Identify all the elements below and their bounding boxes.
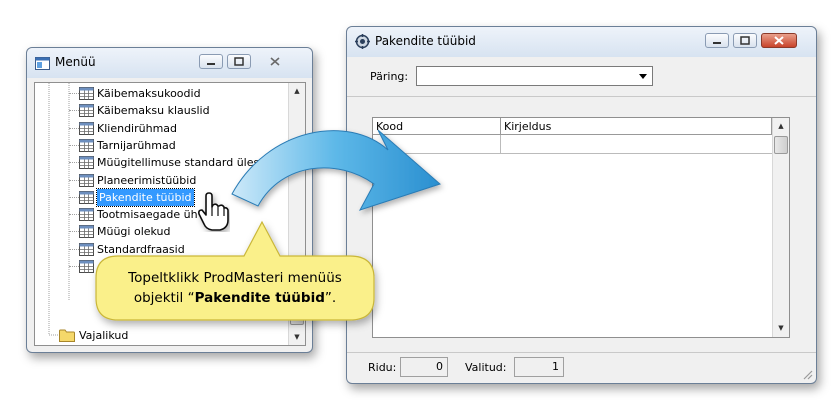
callout-text: Topeltklikk ProdMasteri menüüs objektil …: [96, 268, 374, 308]
callout-bubble: [95, 220, 375, 321]
callout-suffix: ”.: [324, 290, 337, 306]
callout-line1: Topeltklikk ProdMasteri menüüs: [128, 270, 342, 286]
hand-cursor-icon: [198, 192, 229, 231]
callout-emphasis: Pakendite tüübid: [194, 290, 325, 306]
callout-line2: objektil “Pakendite tüübid”.: [96, 288, 374, 308]
callout-prefix: objektil “: [133, 290, 195, 306]
